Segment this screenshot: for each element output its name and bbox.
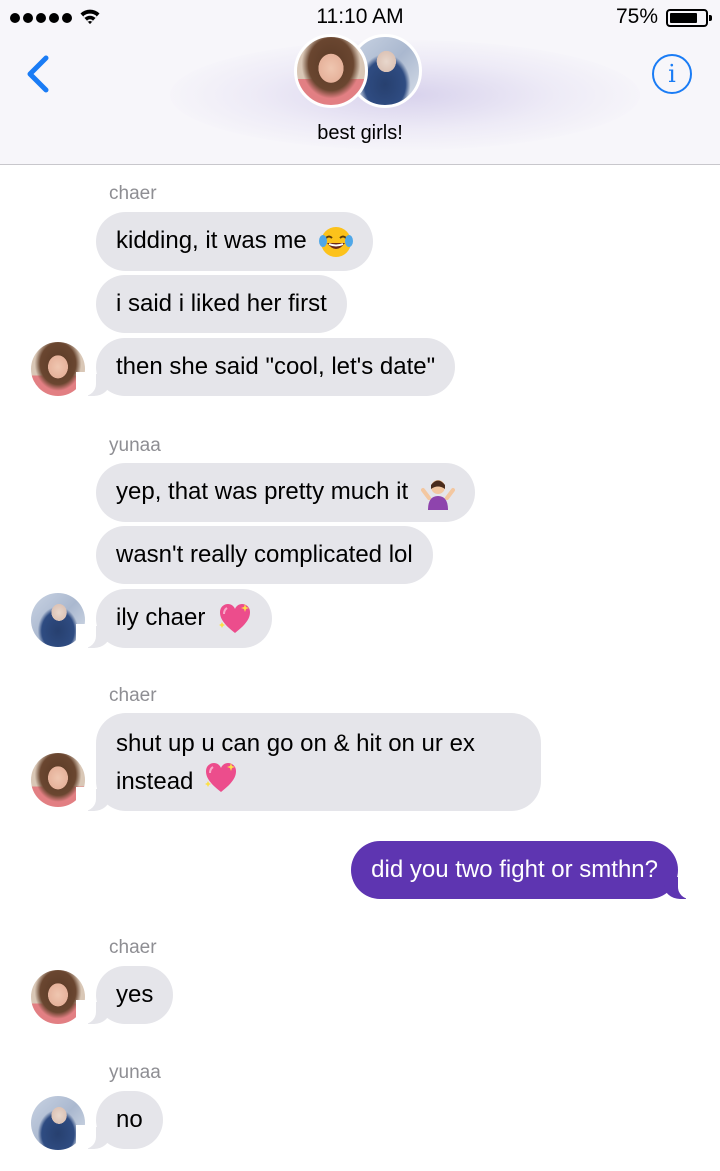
info-icon: i <box>668 60 676 88</box>
sender-name: yunaa <box>109 435 161 456</box>
message-text: did you two fight or smthn? <box>371 856 658 883</box>
sender-name: chaer <box>109 183 157 204</box>
face-with-tears-of-joy-icon <box>319 226 354 257</box>
conversation-header: 11:10 AM 75% i best girls! <box>0 0 720 165</box>
sender-name: chaer <box>109 685 157 706</box>
group-name: best girls! <box>317 122 403 144</box>
status-bar: 11:10 AM 75% <box>0 0 720 34</box>
message-text: i said i liked her first <box>116 290 327 317</box>
battery-icon <box>666 9 712 27</box>
message-bubble[interactable]: yes <box>76 966 174 1024</box>
info-button[interactable]: i <box>652 54 692 94</box>
message-bubble[interactable]: then she said "cool, let's date" <box>76 338 456 396</box>
message-text: shut up u can go on & hit on ur ex inste… <box>116 730 475 795</box>
message-text: yes <box>116 981 154 1008</box>
message-text: then she said "cool, let's date" <box>116 353 436 380</box>
message-text: wasn't really complicated lol <box>116 541 413 568</box>
message-text: no <box>116 1106 143 1133</box>
outgoing-message-bubble[interactable]: did you two fight or smthn? <box>351 841 698 899</box>
message-bubble[interactable]: yep, that was pretty much it <box>96 463 475 522</box>
message-bubble[interactable]: i said i liked her first <box>96 275 347 333</box>
back-button[interactable] <box>22 52 54 96</box>
sparkling-heart-icon <box>205 763 237 792</box>
message-bubble[interactable]: kidding, it was me <box>96 212 374 271</box>
group-avatar-stack[interactable] <box>294 34 426 108</box>
message-bubble[interactable]: wasn't really complicated lol <box>96 526 433 584</box>
sender-name: chaer <box>109 937 157 958</box>
message-bubble[interactable]: shut up u can go on & hit on ur ex inste… <box>76 713 541 811</box>
person-shrugging-icon <box>420 479 455 510</box>
message-bubble[interactable]: no <box>76 1091 163 1149</box>
status-time: 11:10 AM <box>316 5 404 28</box>
avatar-chaer <box>294 34 368 108</box>
message-bubble[interactable]: ily chaer <box>76 589 273 648</box>
sparkling-heart-icon <box>219 603 251 633</box>
message-text: ily chaer <box>116 604 206 631</box>
message-text: yep, that was pretty much it <box>116 478 409 505</box>
sender-name: yunaa <box>109 1062 161 1083</box>
message-text: kidding, it was me <box>116 227 307 254</box>
battery-percentage: 75% <box>615 5 658 28</box>
